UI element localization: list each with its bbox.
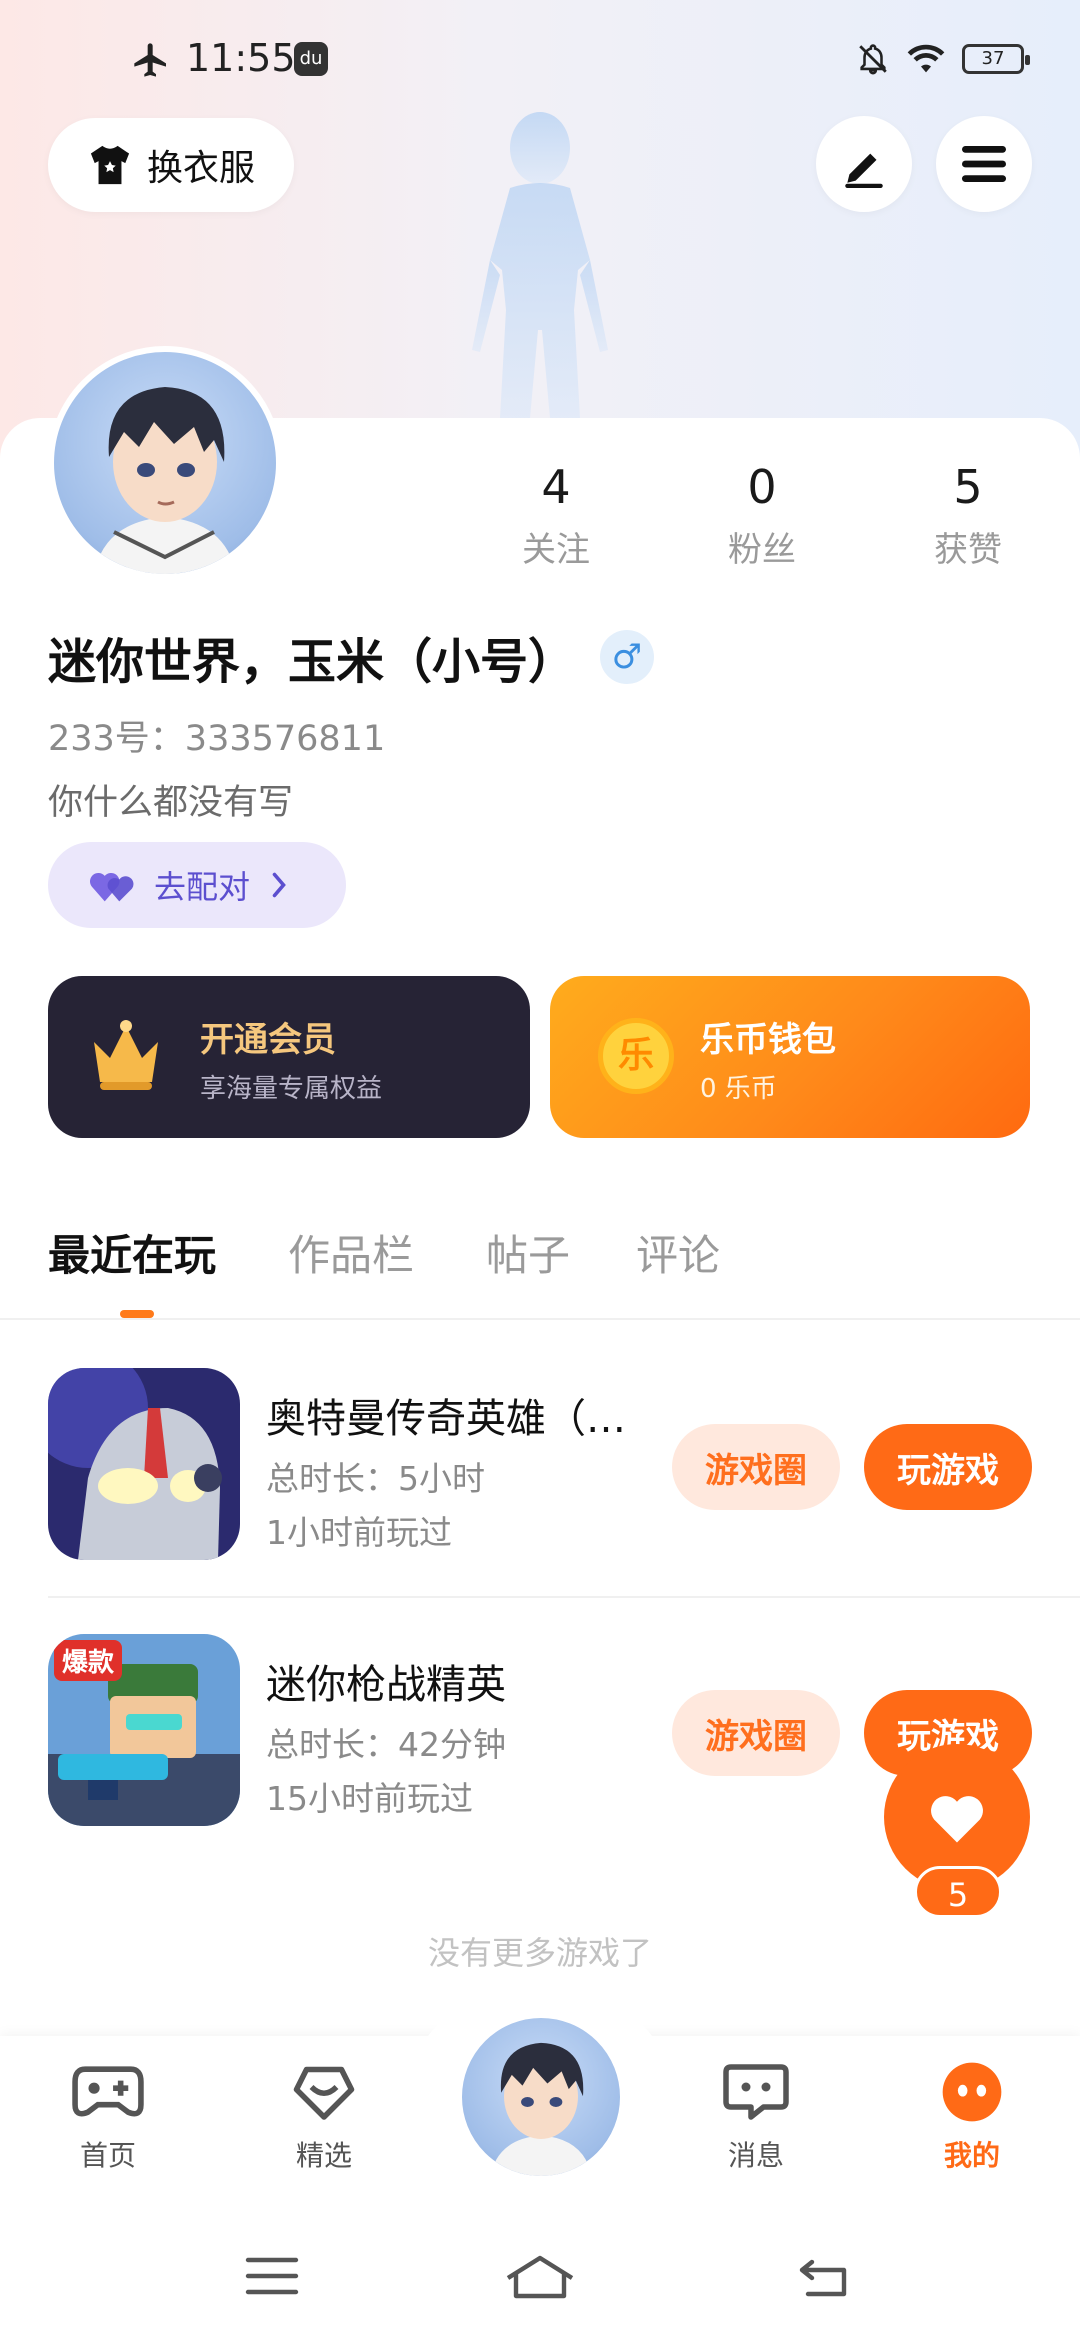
tshirt-icon bbox=[90, 145, 130, 185]
profile-tabs: 最近在玩 作品栏 帖子 评论 bbox=[48, 1222, 1048, 1302]
menu-button[interactable] bbox=[936, 116, 1032, 212]
like-count-badge: 5 bbox=[914, 1866, 1002, 1918]
chat-bubble-icon bbox=[723, 2064, 789, 2120]
game-duration: 总时长：5小时 bbox=[266, 1459, 485, 1498]
hearts-icon bbox=[89, 872, 134, 902]
gender-male-icon: ♂ bbox=[600, 630, 655, 684]
user-name: 迷你世界，玉米（小号） bbox=[48, 634, 577, 690]
game-last-played: 1小时前玩过 bbox=[266, 1513, 452, 1552]
game-circle-button[interactable]: 游戏圈 bbox=[672, 1690, 840, 1776]
heart-icon bbox=[931, 1796, 983, 1843]
vip-title: 开通会员 bbox=[200, 1020, 336, 1060]
status-right-icons: 37 bbox=[856, 42, 1030, 76]
active-tab-indicator bbox=[120, 1310, 154, 1318]
game-title: 迷你枪战精英 bbox=[266, 1662, 506, 1708]
stat-following-value: 4 bbox=[541, 460, 571, 514]
user-name-row: 迷你世界，玉米（小号） ♂ bbox=[48, 622, 655, 692]
system-navigation-bar bbox=[0, 2210, 1080, 2340]
nav-home-label: 首页 bbox=[79, 2139, 136, 2172]
hamburger-icon bbox=[962, 146, 1006, 182]
game-icon-mini-gun: 爆款 bbox=[48, 1634, 240, 1826]
user-id: 233号：333576811 bbox=[48, 719, 386, 759]
nav-featured[interactable]: 精选 bbox=[254, 2060, 394, 2174]
nav-me[interactable]: 我的 bbox=[902, 2060, 1042, 2174]
nav-featured-label: 精选 bbox=[295, 2139, 352, 2172]
anime-boy-avatar-icon bbox=[490, 2042, 592, 2176]
stat-likes-value: 5 bbox=[953, 460, 983, 514]
match-label: 去配对 bbox=[154, 868, 251, 906]
no-more-games-text: 没有更多游戏了 bbox=[427, 1934, 652, 1972]
nav-home[interactable]: 首页 bbox=[38, 2060, 178, 2174]
game-icon-ultraman bbox=[48, 1368, 240, 1560]
game-circle-button[interactable]: 游戏圈 bbox=[672, 1424, 840, 1510]
match-button[interactable]: 去配对 bbox=[48, 842, 346, 928]
avatar-hologram-figure bbox=[472, 112, 608, 418]
nav-center-avatar[interactable] bbox=[456, 2012, 626, 2182]
nav-messages-label: 消息 bbox=[727, 2139, 784, 2172]
chevron-right-icon bbox=[272, 872, 286, 898]
airplane-mode-icon bbox=[134, 43, 166, 77]
status-time: 11:55 bbox=[186, 36, 296, 80]
nav-messages[interactable]: 消息 bbox=[686, 2060, 826, 2174]
wifi-icon bbox=[907, 44, 945, 73]
stat-likes[interactable]: 5 获赞 bbox=[888, 460, 1048, 571]
stat-followers-value: 0 bbox=[747, 460, 777, 514]
tab-works[interactable]: 作品栏 bbox=[288, 1222, 414, 1283]
recent-apps-icon[interactable] bbox=[244, 2254, 300, 2298]
hot-badge: 爆款 bbox=[54, 1640, 123, 1681]
game-title: 奥特曼传奇英雄（… bbox=[266, 1396, 626, 1442]
status-bar: 11:55 du 37 bbox=[0, 30, 1080, 90]
vip-subtitle: 享海量专属权益 bbox=[200, 1074, 383, 1104]
game-last-played: 15小时前玩过 bbox=[266, 1779, 473, 1818]
stat-following-label: 关注 bbox=[522, 530, 590, 570]
crown-icon bbox=[94, 1020, 158, 1090]
game-row-divider bbox=[48, 1596, 1080, 1598]
gamepad-icon bbox=[72, 2066, 144, 2117]
stat-likes-label: 获赞 bbox=[934, 530, 1002, 570]
user-avatar[interactable] bbox=[48, 346, 282, 580]
user-bio: 你什么都没有写 bbox=[48, 783, 294, 823]
pen-icon bbox=[845, 153, 883, 188]
play-game-button[interactable]: 玩游戏 bbox=[864, 1424, 1032, 1510]
back-icon[interactable] bbox=[796, 2254, 852, 2298]
tab-comments[interactable]: 评论 bbox=[636, 1222, 720, 1283]
stat-followers-label: 粉丝 bbox=[728, 530, 796, 570]
coin-icon: 乐 bbox=[598, 1018, 674, 1094]
battery-icon: 37 bbox=[962, 44, 1030, 74]
ultraman-game-icon bbox=[48, 1368, 240, 1560]
anime-boy-avatar-icon bbox=[94, 387, 236, 574]
me-face-icon bbox=[942, 2062, 1002, 2122]
heart-gem-icon bbox=[293, 2066, 355, 2120]
vip-membership-card[interactable]: 开通会员 享海量专属权益 bbox=[48, 976, 530, 1138]
edit-profile-button[interactable] bbox=[816, 116, 912, 212]
notification-app-icon: du bbox=[294, 42, 328, 76]
game-duration: 总时长：42分钟 bbox=[266, 1725, 506, 1764]
stat-followers[interactable]: 0 粉丝 bbox=[682, 460, 842, 571]
change-outfit-label: 换衣服 bbox=[146, 148, 255, 189]
tab-posts[interactable]: 帖子 bbox=[486, 1222, 570, 1283]
wallet-balance: 0 乐币 bbox=[700, 1074, 777, 1104]
game-row-ultraman[interactable]: 奥特曼传奇英雄（… 总时长：5小时 1小时前玩过 游戏圈 玩游戏 bbox=[48, 1368, 1048, 1560]
wallet-title: 乐币钱包 bbox=[700, 1020, 836, 1060]
tab-recently-played[interactable]: 最近在玩 bbox=[48, 1222, 216, 1283]
stat-following[interactable]: 4 关注 bbox=[476, 460, 636, 571]
tab-divider bbox=[0, 1318, 1080, 1320]
nav-me-label: 我的 bbox=[943, 2139, 1000, 2172]
mute-bell-icon bbox=[859, 44, 887, 75]
wallet-card[interactable]: 乐 乐币钱包 0 乐币 bbox=[550, 976, 1030, 1138]
home-icon[interactable] bbox=[504, 2254, 576, 2300]
change-outfit-button[interactable]: 换衣服 bbox=[48, 118, 294, 212]
